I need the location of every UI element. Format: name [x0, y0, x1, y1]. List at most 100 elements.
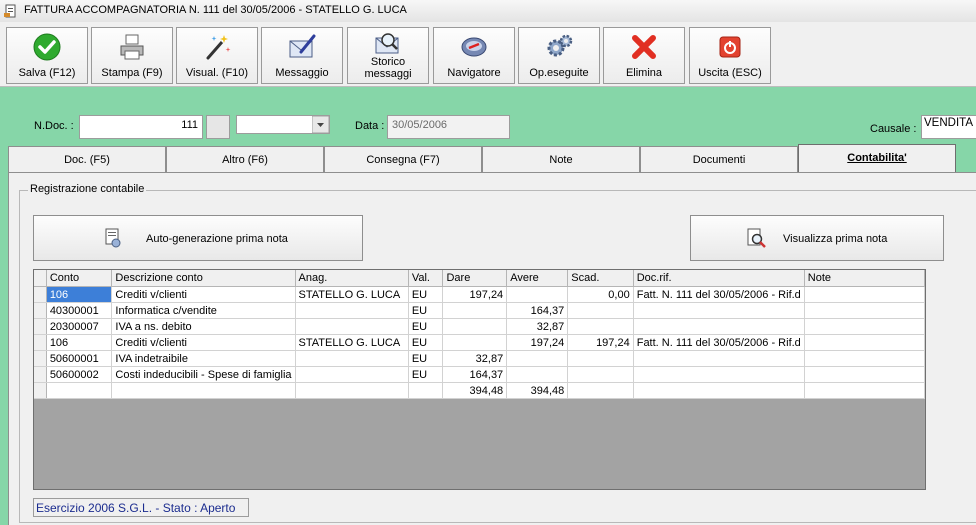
cell-avere[interactable] [506, 366, 569, 383]
cell-descrizione[interactable]: Costi indeducibili - Spese di famiglia [111, 366, 296, 383]
row-indicator[interactable] [34, 350, 47, 367]
cell-val[interactable]: EU [408, 318, 444, 335]
cell-dare[interactable]: 32,87 [442, 350, 508, 367]
operations-done-button[interactable]: Op.eseguite [518, 27, 600, 84]
causale-input[interactable]: VENDITA [921, 115, 976, 139]
cell-val[interactable]: EU [408, 302, 444, 319]
cell-note[interactable] [804, 318, 925, 335]
save-button[interactable]: Salva (F12) [6, 27, 88, 84]
tab-altro[interactable]: Altro (F6) [166, 146, 324, 172]
cell-scad[interactable]: 0,00 [567, 286, 634, 303]
cell-anag[interactable]: STATELLO G. LUCA [295, 286, 409, 303]
delete-x-icon [632, 35, 656, 59]
table-row[interactable]: 50600002 Costi indeducibili - Spese di f… [34, 366, 925, 383]
table-row[interactable]: 50600001 IVA indetraibile EU 32,87 [34, 350, 925, 367]
row-indicator[interactable] [34, 366, 47, 383]
row-indicator[interactable] [34, 302, 47, 319]
ndoc-suffix-button[interactable] [206, 115, 230, 139]
cell-note[interactable] [804, 350, 925, 367]
cell-conto[interactable]: 106 [46, 286, 113, 303]
cell-val[interactable]: EU [408, 334, 444, 351]
tab-documenti[interactable]: Documenti [640, 146, 798, 172]
cell-anag[interactable]: STATELLO G. LUCA [295, 334, 409, 351]
delete-button[interactable]: Elimina [603, 27, 685, 84]
cell-conto[interactable]: 106 [46, 334, 113, 351]
cell-dare[interactable] [442, 302, 508, 319]
navigator-button[interactable]: Navigatore [433, 27, 515, 84]
cell-descrizione[interactable]: IVA a ns. debito [111, 318, 296, 335]
view-entry-button[interactable]: Visualizza prima nota [690, 215, 944, 261]
row-indicator[interactable] [34, 318, 47, 335]
cell-docrif[interactable] [633, 302, 805, 319]
cell-val[interactable]: EU [408, 366, 444, 383]
cell-descrizione[interactable]: Crediti v/clienti [111, 334, 296, 351]
cell-conto[interactable]: 20300007 [46, 318, 113, 335]
cell-avere[interactable]: 197,24 [506, 334, 569, 351]
message-history-button[interactable]: Storico messaggi [347, 27, 429, 84]
cell-docrif[interactable] [633, 318, 805, 335]
cell-scad[interactable] [567, 350, 634, 367]
cell-anag[interactable] [295, 350, 409, 367]
cell-dare[interactable]: 164,37 [442, 366, 508, 383]
cell-avere[interactable]: 164,37 [506, 302, 569, 319]
cell-val[interactable]: EU [408, 350, 444, 367]
cell-note[interactable] [804, 334, 925, 351]
cell-dare[interactable] [442, 334, 508, 351]
cell-docrif[interactable] [633, 350, 805, 367]
cell-scad[interactable]: 197,24 [567, 334, 634, 351]
cell-avere[interactable]: 32,87 [506, 318, 569, 335]
entries-grid[interactable]: Conto Descrizione conto Anag. Val. Dare … [33, 269, 926, 490]
table-row[interactable]: 40300001 Informatica c/vendite EU 164,37 [34, 302, 925, 319]
column-header[interactable]: Val. [408, 270, 444, 287]
column-header[interactable]: Anag. [295, 270, 409, 287]
cell-dare[interactable] [442, 318, 508, 335]
cell-conto[interactable]: 50600001 [46, 350, 113, 367]
message-button[interactable]: Messaggio [261, 27, 343, 84]
column-header[interactable]: Doc.rif. [633, 270, 805, 287]
cell-anag[interactable] [295, 366, 409, 383]
cell-docrif[interactable]: Fatt. N. 111 del 30/05/2006 - Rif.d [633, 286, 805, 303]
tab-note[interactable]: Note [482, 146, 640, 172]
tab-doc[interactable]: Doc. (F5) [8, 146, 166, 172]
cell-val[interactable]: EU [408, 286, 444, 303]
column-header[interactable]: Descrizione conto [111, 270, 296, 287]
cell-scad[interactable] [567, 302, 634, 319]
table-row[interactable]: 106 Crediti v/clienti STATELLO G. LUCA E… [34, 334, 925, 351]
tab-contabilita[interactable]: Contabilita' [798, 144, 956, 173]
cell-docrif[interactable] [633, 366, 805, 383]
cell-anag[interactable] [295, 318, 409, 335]
cell-scad[interactable] [567, 366, 634, 383]
cell-descrizione[interactable]: Crediti v/clienti [111, 286, 296, 303]
preview-button[interactable]: Visual. (F10) [176, 27, 258, 84]
exit-button[interactable]: Uscita (ESC) [689, 27, 771, 84]
column-header[interactable]: Scad. [567, 270, 634, 287]
column-header[interactable]: Note [804, 270, 925, 287]
row-indicator[interactable] [34, 334, 47, 351]
auto-generate-entry-button[interactable]: Auto-generazione prima nota [33, 215, 363, 261]
cell-conto[interactable]: 50600002 [46, 366, 113, 383]
cell-descrizione[interactable]: IVA indetraibile [111, 350, 296, 367]
print-button[interactable]: Stampa (F9) [91, 27, 173, 84]
table-row[interactable]: 20300007 IVA a ns. debito EU 32,87 [34, 318, 925, 335]
tab-note-label: Note [549, 154, 573, 166]
cell-conto[interactable]: 40300001 [46, 302, 113, 319]
cell-anag[interactable] [295, 302, 409, 319]
cell-avere[interactable] [506, 286, 569, 303]
cell-note[interactable] [804, 302, 925, 319]
row-indicator[interactable] [34, 286, 47, 303]
cell-avere[interactable] [506, 350, 569, 367]
ndoc-series-select[interactable] [236, 115, 330, 134]
cell-scad[interactable] [567, 318, 634, 335]
tab-consegna[interactable]: Consegna (F7) [324, 146, 482, 172]
table-row[interactable]: 106 Crediti v/clienti STATELLO G. LUCA E… [34, 286, 925, 303]
cell-dare[interactable]: 197,24 [442, 286, 508, 303]
date-input[interactable]: 30/05/2006 [387, 115, 510, 139]
column-header[interactable]: Conto [46, 270, 113, 287]
cell-docrif[interactable]: Fatt. N. 111 del 30/05/2006 - Rif.d [633, 334, 805, 351]
column-header[interactable]: Dare [442, 270, 508, 287]
cell-note[interactable] [804, 286, 925, 303]
cell-note[interactable] [804, 366, 925, 383]
cell-descrizione[interactable]: Informatica c/vendite [111, 302, 296, 319]
column-header[interactable]: Avere [506, 270, 569, 287]
ndoc-input[interactable]: 111 [79, 115, 203, 139]
